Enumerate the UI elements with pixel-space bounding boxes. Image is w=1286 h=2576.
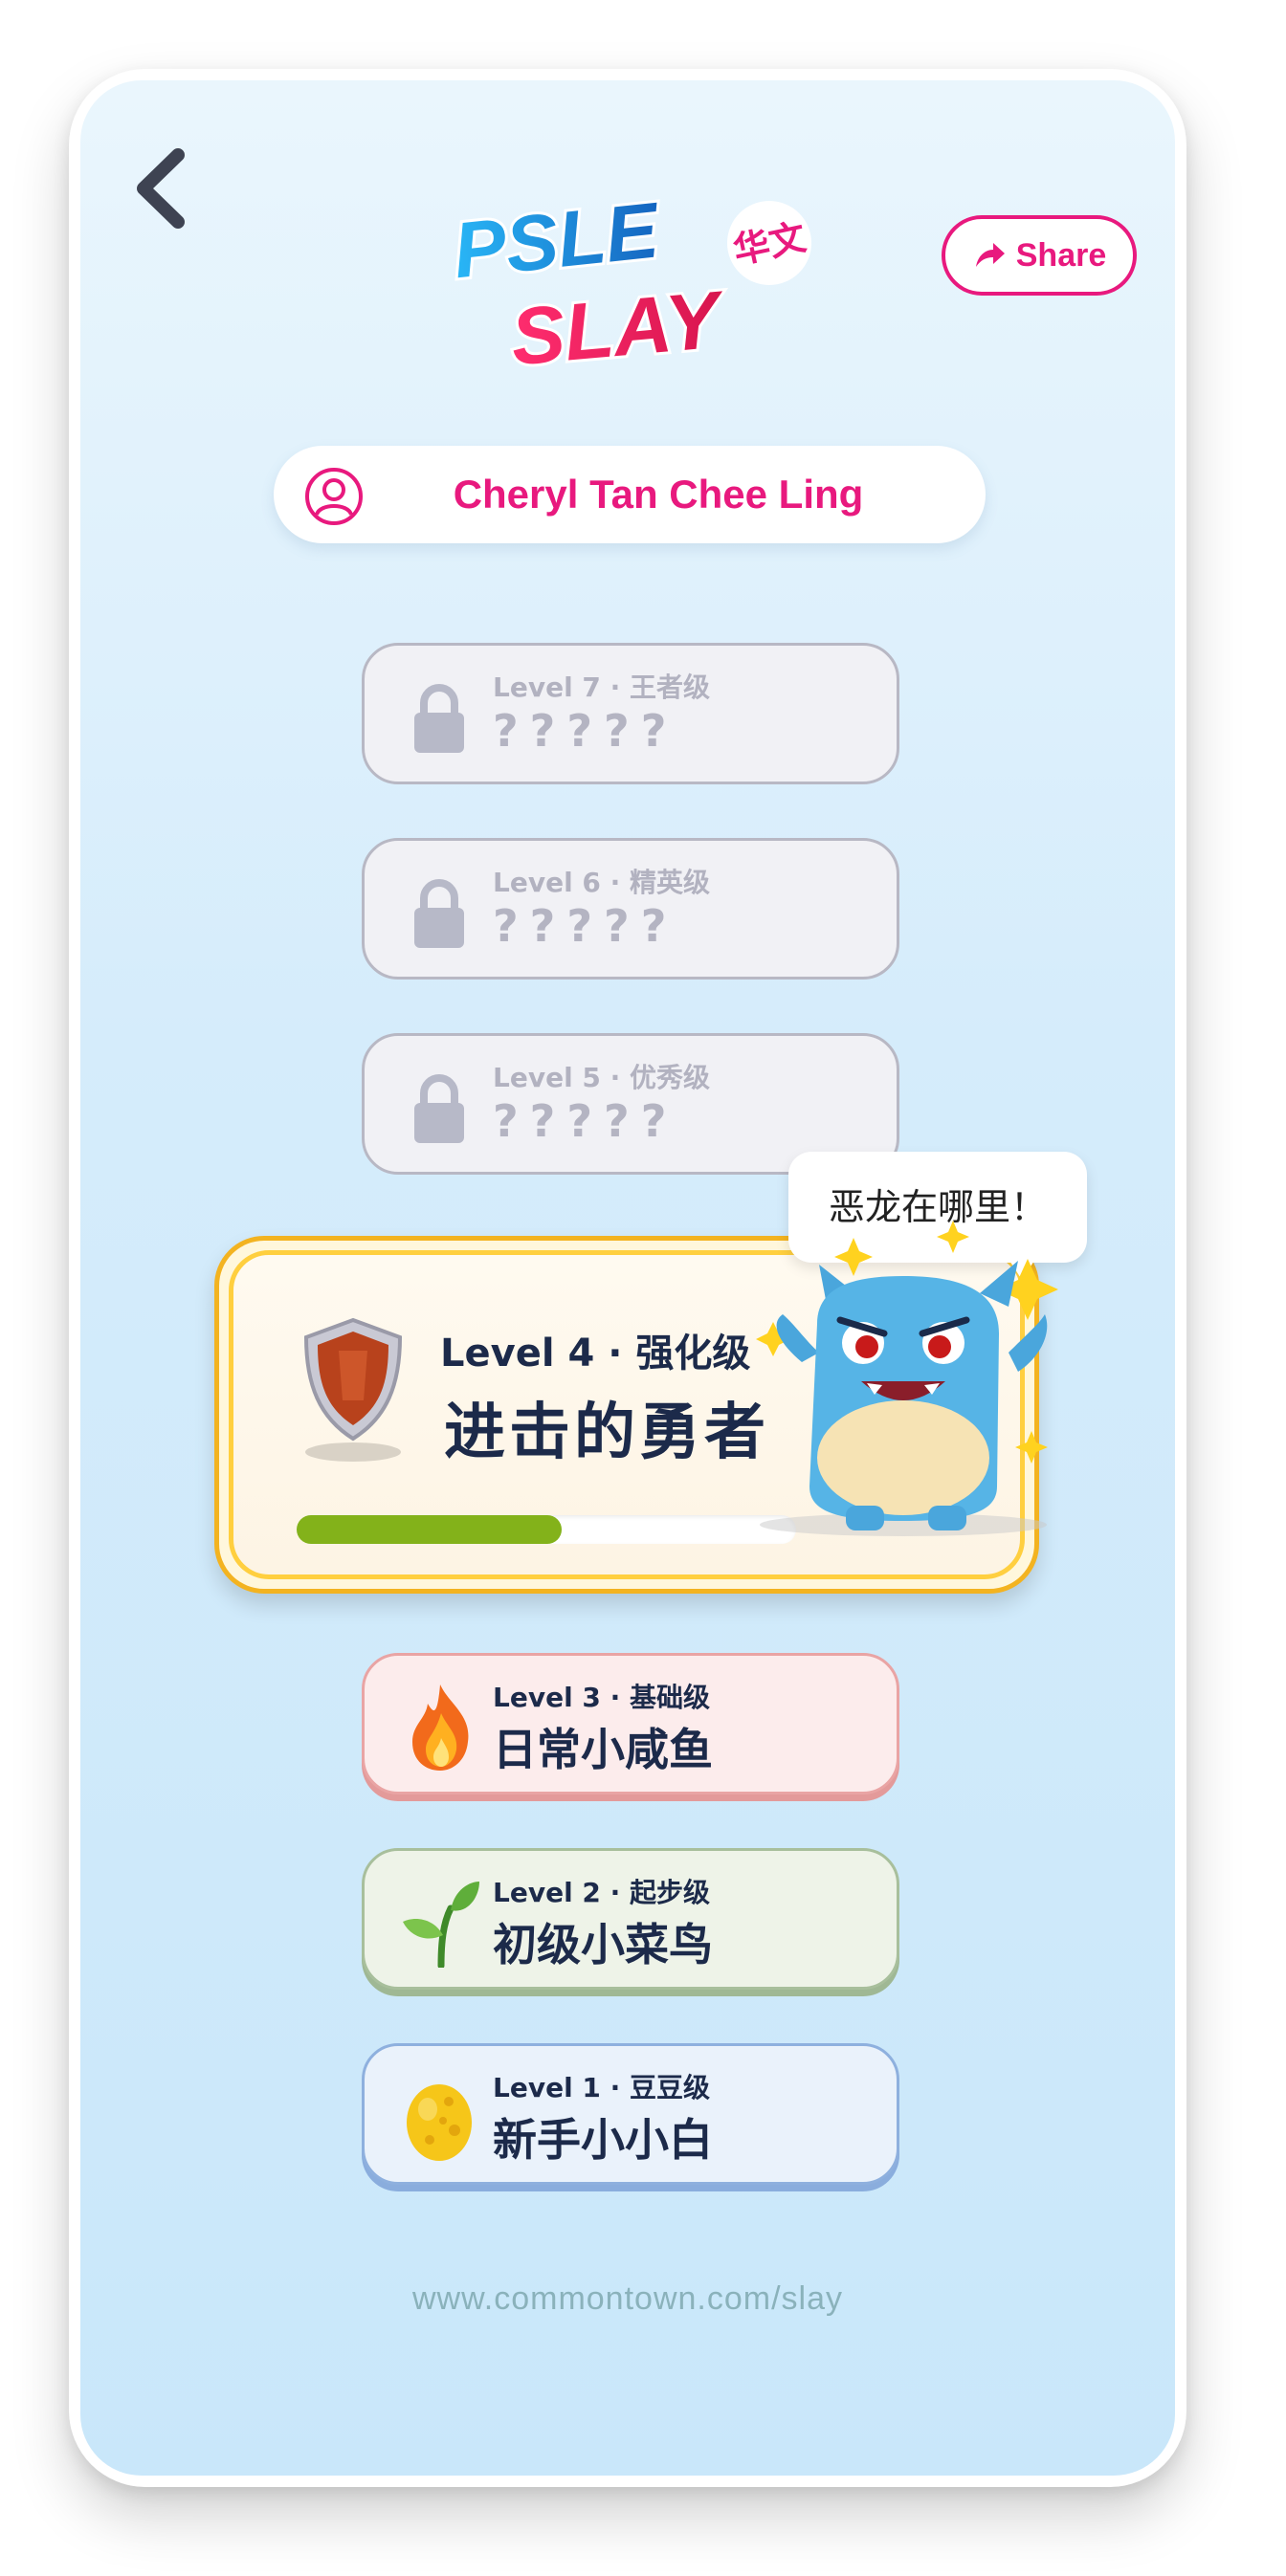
level-title: Level 6 · 精英级 <box>493 867 711 898</box>
level-title: Level 2 · 起步级 <box>493 1877 711 1908</box>
level-title: Level 7 · 王者级 <box>493 672 711 703</box>
monster-mascot-illustration <box>756 1221 1058 1536</box>
share-label: Share <box>1015 236 1107 274</box>
level-name: 日常小咸鱼 <box>493 1724 713 1775</box>
level-title: Level 4 · 强化级 <box>440 1332 751 1376</box>
lock-icon <box>414 879 464 948</box>
level-title: Level 3 · 基础级 <box>493 1682 711 1713</box>
user-avatar-icon <box>305 468 363 525</box>
lock-icon <box>414 1074 464 1143</box>
svg-text:PSLE: PSLE <box>450 187 665 295</box>
level-name: 进击的勇者 <box>444 1398 769 1468</box>
back-arrow-icon[interactable] <box>128 145 195 231</box>
level-name: 初级小菜鸟 <box>493 1919 713 1971</box>
level-name: 新手小小白 <box>493 2114 713 2166</box>
svg-text:SLAY: SLAY <box>507 274 729 377</box>
level-progress-bar <box>297 1515 796 1544</box>
footer-url-link[interactable]: www.commontown.com/slay <box>80 2280 1175 2318</box>
level-name: ????? <box>493 705 678 757</box>
sprout-icon <box>403 1882 479 1968</box>
level-6-card: Level 6 · 精英级 ????? <box>362 838 899 980</box>
level-title: Level 5 · 优秀级 <box>493 1062 711 1093</box>
share-button[interactable]: Share <box>942 215 1137 296</box>
psle-slay-logo: PSLE SLAY 华文 <box>447 186 811 377</box>
user-name: Cheryl Tan Chee Ling <box>453 472 864 517</box>
level-7-card: Level 7 · 王者级 ????? <box>362 643 899 784</box>
fire-icon <box>412 1684 469 1771</box>
level-name: ????? <box>493 900 678 952</box>
level-name: ????? <box>493 1095 678 1147</box>
egg-icon <box>407 2084 472 2161</box>
level-2-card[interactable]: Level 2 · 起步级 初级小菜鸟 <box>362 1848 899 1990</box>
shield-icon <box>303 1317 403 1462</box>
level-3-card[interactable]: Level 3 · 基础级 日常小咸鱼 <box>362 1653 899 1794</box>
lock-icon <box>414 684 464 753</box>
level-title: Level 1 · 豆豆级 <box>493 2072 711 2103</box>
user-name-pill: Cheryl Tan Chee Ling <box>274 446 986 543</box>
level-progress-fill <box>297 1515 562 1544</box>
level-1-card[interactable]: Level 1 · 豆豆级 新手小小白 <box>362 2043 899 2185</box>
share-arrow-icon <box>975 243 1005 267</box>
app-screen: PSLE SLAY 华文 Share Cheryl Tan Chee Ling … <box>80 80 1175 2476</box>
